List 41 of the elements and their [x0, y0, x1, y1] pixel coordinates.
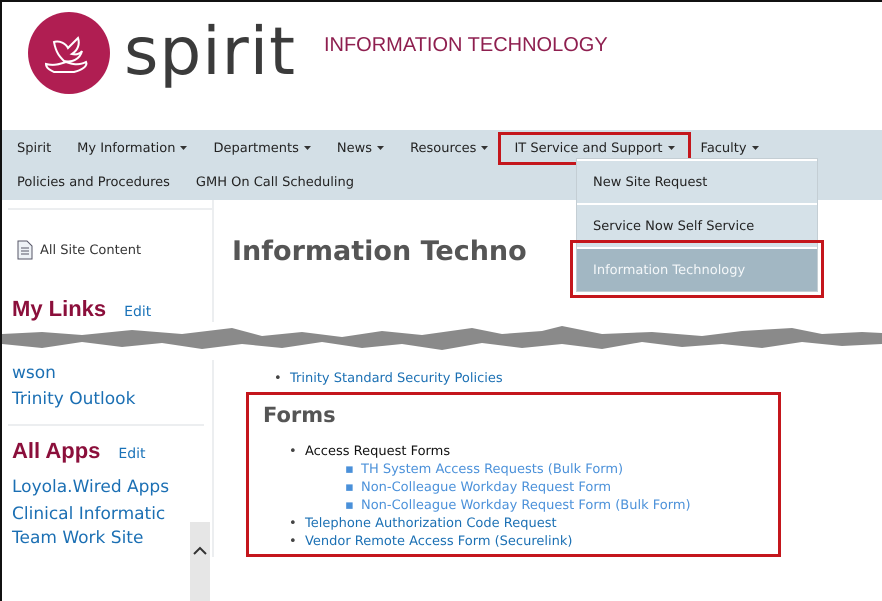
form-link[interactable]: Non-Colleague Workday Request Form	[361, 480, 612, 495]
scrollbar[interactable]	[190, 522, 210, 601]
bullet-marker: ▪	[345, 479, 355, 497]
bullet-marker: ▪	[345, 497, 355, 515]
forms-heading: Forms	[263, 403, 337, 427]
form-link[interactable]: Vendor Remote Access Form (Securelink)	[305, 534, 572, 549]
bullet-marker: ▪	[345, 461, 355, 479]
list-item-text: Access Request Forms	[305, 444, 450, 459]
edit-link[interactable]: Edit	[124, 304, 152, 320]
nav-item[interactable]: Faculty	[688, 134, 772, 162]
all-apps-heading: All Apps	[12, 438, 100, 464]
nav-item[interactable]: Policies and Procedures	[4, 168, 183, 196]
sidebar-link[interactable]: Loyola.Wired Apps	[8, 472, 212, 502]
form-link[interactable]: Telephone Authorization Code Request	[305, 516, 557, 531]
form-link[interactable]: Non-Colleague Workday Request Form (Bulk Form)	[361, 498, 691, 513]
up-chevron-icon[interactable]	[193, 546, 207, 555]
logo-text: spirit	[124, 12, 296, 92]
nav-item[interactable]: My Information	[64, 134, 200, 162]
page-title: Information Techno	[232, 236, 528, 267]
nav-item[interactable]: News	[324, 134, 398, 162]
sidebar-link[interactable]: Trinity Outlook	[8, 386, 212, 412]
sidebar-link[interactable]: Team Work Site	[8, 526, 212, 550]
nav-item[interactable]: Resources	[397, 134, 502, 162]
policy-link[interactable]: Trinity Standard Security Policies	[290, 371, 503, 386]
sidebar-link[interactable]: Clinical Informatic	[8, 502, 212, 526]
form-link[interactable]: TH System Access Requests (Bulk Form)	[361, 462, 624, 477]
all-site-content-link[interactable]: All Site Content	[40, 242, 142, 258]
bullet-marker: •	[289, 533, 298, 551]
bullet-marker: •	[289, 443, 298, 461]
site-title: INFORMATION TECHNOLOGY	[324, 34, 608, 57]
nav-item[interactable]: Spirit	[4, 134, 64, 162]
my-links-heading: My Links	[12, 296, 106, 322]
logo-icon	[28, 12, 110, 94]
nav-item[interactable]: GMH On Call Scheduling	[182, 168, 367, 196]
sidebar-link[interactable]: wson	[8, 360, 212, 386]
bullet-marker: •	[274, 370, 283, 388]
nav-item[interactable]: IT Service and Support	[501, 134, 688, 162]
document-icon	[16, 240, 34, 260]
bullet-marker: •	[289, 515, 298, 533]
edit-link[interactable]: Edit	[118, 446, 146, 462]
nav-item[interactable]: Departments	[200, 134, 324, 162]
